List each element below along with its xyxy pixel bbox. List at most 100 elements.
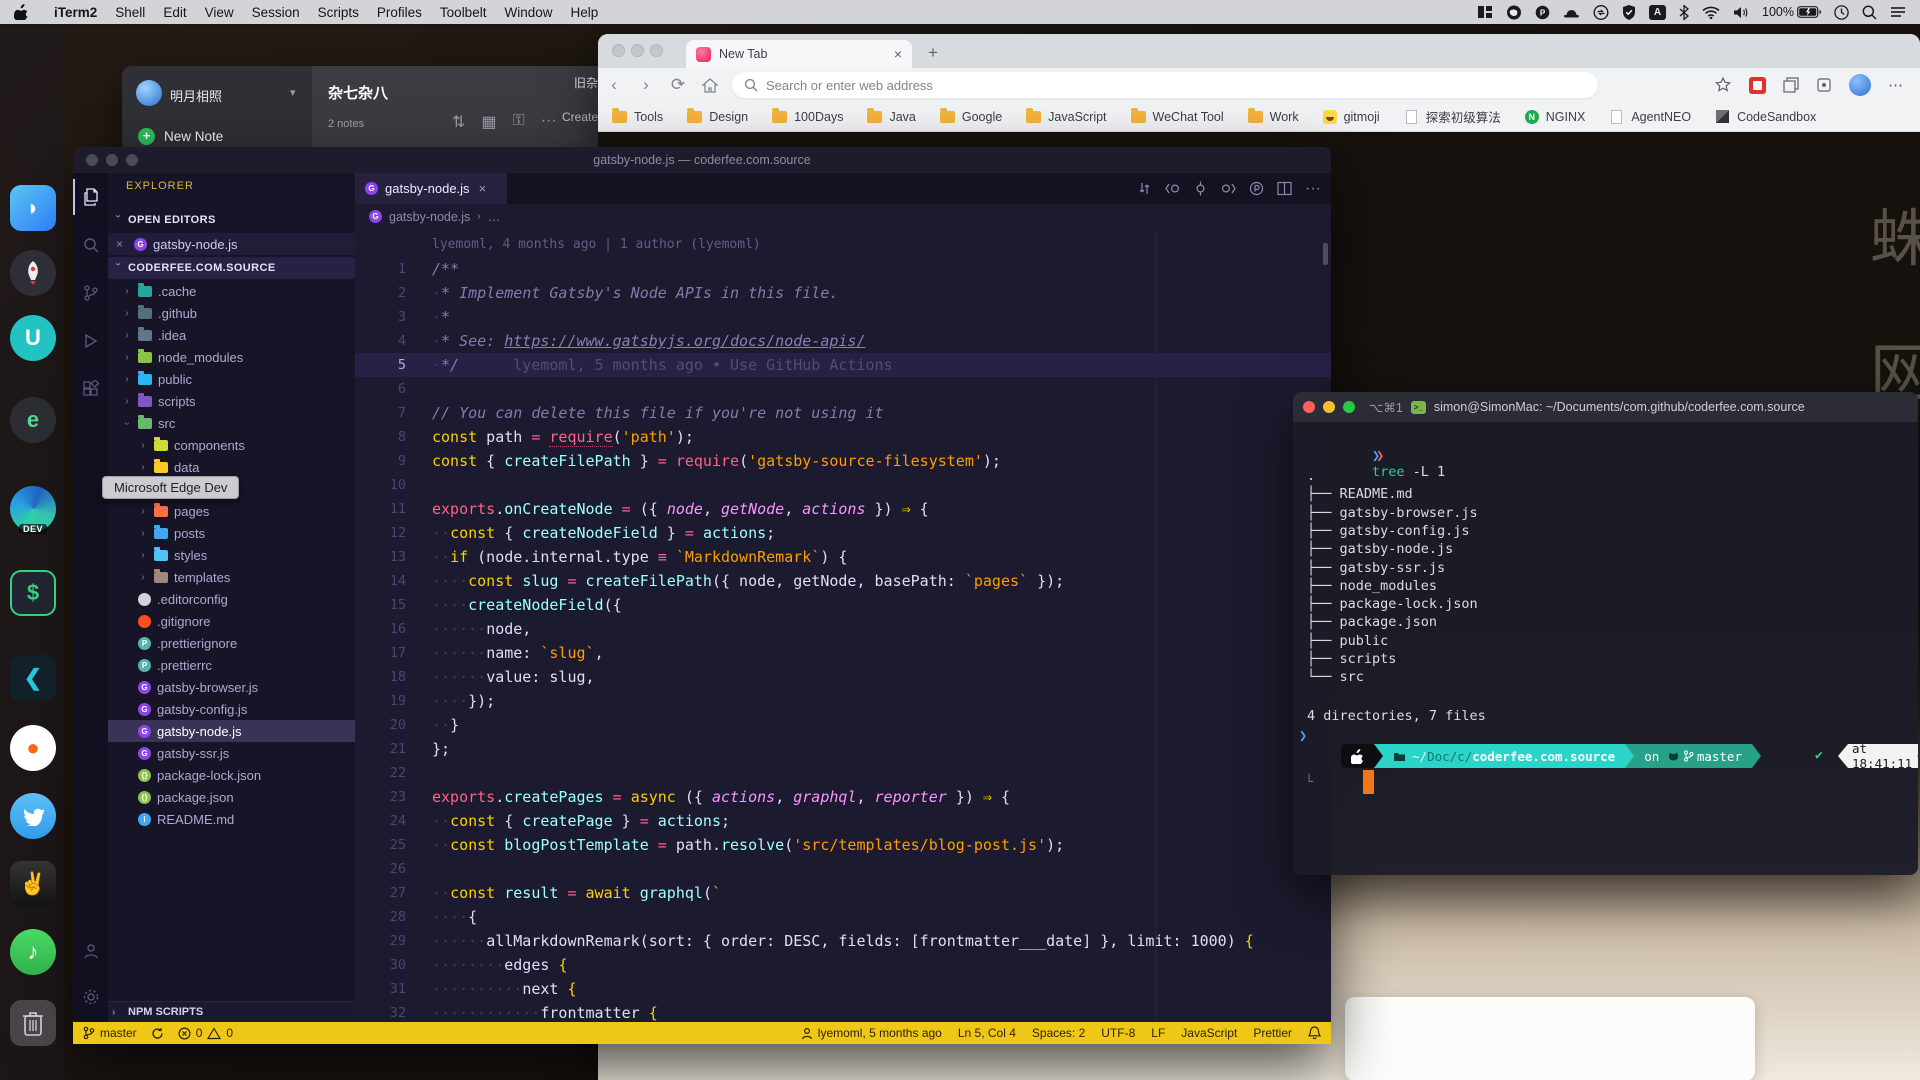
window-manager-icon[interactable]	[1477, 5, 1493, 19]
sync-status[interactable]	[151, 1027, 164, 1040]
collections-icon[interactable]	[1783, 77, 1799, 93]
menu-shell[interactable]: Shell	[106, 5, 154, 20]
menu-toolbelt[interactable]: Toolbelt	[431, 5, 496, 20]
status-item-lf[interactable]: LF	[1151, 1026, 1165, 1040]
open-editors-header[interactable]: › OPEN EDITORS	[108, 209, 355, 231]
home-icon[interactable]	[694, 75, 726, 95]
code-line-11[interactable]: 11exports.onCreateNode = ({ node, getNod…	[355, 497, 1331, 521]
menu-edit[interactable]: Edit	[154, 5, 195, 20]
evernote-icon[interactable]	[1506, 5, 1522, 20]
bookmark-4[interactable]: Java	[867, 110, 915, 124]
status-item-utf-8[interactable]: UTF-8	[1101, 1026, 1135, 1040]
editor-scrollbar[interactable]	[1323, 243, 1328, 265]
gitlens-back-icon[interactable]	[1165, 181, 1181, 196]
debug-icon[interactable]	[73, 323, 108, 359]
spotlight-icon[interactable]	[1862, 5, 1877, 20]
shield-icon[interactable]	[1622, 5, 1636, 20]
pushplus-icon[interactable]: P	[1535, 5, 1550, 20]
bookmark-12[interactable]: AgentNEO	[1609, 110, 1691, 124]
code-line-12[interactable]: 12··const { createNodeField } = actions;	[355, 521, 1331, 545]
npm-scripts-header[interactable]: › NPM SCRIPTS	[108, 1001, 355, 1022]
code-line-16[interactable]: 16······node,	[355, 617, 1331, 641]
zoom-window-button[interactable]	[1343, 401, 1355, 413]
code-line-6[interactable]: 6	[355, 377, 1331, 401]
iterm-app[interactable]: $	[10, 570, 56, 616]
tree-item-styles[interactable]: ›styles	[108, 544, 355, 566]
tab-close-icon[interactable]: ×	[479, 181, 487, 196]
menu-window[interactable]: Window	[495, 5, 561, 20]
grid-view-icon[interactable]: ▦	[481, 112, 496, 132]
tree-item-README.md[interactable]: iREADME.md	[108, 808, 355, 830]
menu-list-icon[interactable]	[1890, 6, 1906, 18]
problems-status[interactable]: 0 0	[178, 1026, 233, 1040]
vscode-titlebar[interactable]: gatsby-node.js — coderfee.com.source	[73, 147, 1331, 173]
bookmark-6[interactable]: JavaScript	[1026, 110, 1106, 124]
account-icon[interactable]	[73, 933, 108, 969]
status-item-bell[interactable]	[1308, 1026, 1321, 1040]
tree-item-posts[interactable]: ›posts	[108, 522, 355, 544]
code-line-32[interactable]: 32············frontmatter {	[355, 1001, 1331, 1022]
volume-icon[interactable]	[1733, 6, 1749, 19]
bookmark-7[interactable]: WeChat Tool	[1131, 110, 1224, 124]
bookmark-3[interactable]: 100Days	[772, 110, 843, 124]
bookmark-8[interactable]: Work	[1248, 110, 1299, 124]
code-line-17[interactable]: 17······name: `slug`,	[355, 641, 1331, 665]
wifi-icon[interactable]	[1702, 6, 1720, 19]
tree-item-.cache[interactable]: ›.cache	[108, 280, 355, 302]
explorer-icon[interactable]	[73, 179, 108, 215]
menu-view[interactable]: View	[196, 5, 243, 20]
gitlens-compare-icon[interactable]	[1137, 181, 1152, 196]
code-line-19[interactable]: 19····});	[355, 689, 1331, 713]
dictionary-extension-icon[interactable]	[1749, 77, 1766, 94]
browser-tabstrip[interactable]: New Tab × +	[598, 34, 1920, 68]
trash-icon[interactable]	[10, 1000, 56, 1046]
open-editor-item[interactable]: × G gatsby-node.js	[108, 233, 355, 255]
apple-menu-icon[interactable]	[14, 4, 29, 20]
tree-item-templates[interactable]: ›templates	[108, 566, 355, 588]
tree-item-.editorconfig[interactable]: .editorconfig	[108, 588, 355, 610]
tree-item-.github[interactable]: ›.github	[108, 302, 355, 324]
code-line-27[interactable]: 27··const result = await graphql(`	[355, 881, 1331, 905]
bookmark-13[interactable]: CodeSandbox	[1715, 110, 1816, 124]
tree-item-src[interactable]: ›src	[108, 412, 355, 434]
git-branch-status[interactable]: master	[83, 1026, 137, 1040]
code-line-18[interactable]: 18······value: slug,	[355, 665, 1331, 689]
bookmark-10[interactable]: 探索初级算法	[1404, 107, 1501, 126]
browser-tab-newtab[interactable]: New Tab ×	[686, 40, 912, 68]
code-line-4[interactable]: 4·* See: https://www.gatsbyjs.org/docs/n…	[355, 329, 1331, 353]
code-line-7[interactable]: 7// You can delete this file if you're n…	[355, 401, 1331, 425]
status-item-person[interactable]: lyemoml, 5 months ago	[801, 1026, 942, 1040]
terminal-body[interactable]: ❯❯ tree -L 1 .├── README.md├── gatsby-br…	[1293, 422, 1918, 875]
extensions-icon[interactable]	[1816, 77, 1832, 93]
utools-app[interactable]: U	[10, 315, 56, 361]
menu-app-name[interactable]: iTerm2	[45, 5, 106, 20]
code-line-23[interactable]: 23exports.createPages = async ({ actions…	[355, 785, 1331, 809]
lock-icon[interactable]: ⚿	[513, 112, 525, 132]
tree-item-package-lock.json[interactable]: {}package-lock.json	[108, 764, 355, 786]
tree-item-scripts[interactable]: ›scripts	[108, 390, 355, 412]
project-section-header[interactable]: › CODERFEE.COM.SOURCE	[108, 257, 355, 279]
notes-avatar[interactable]	[136, 80, 162, 106]
forward-icon[interactable]: ›	[630, 75, 662, 95]
tree-item-components[interactable]: ›components	[108, 434, 355, 456]
status-item-prettier[interactable]: Prettier	[1253, 1026, 1292, 1040]
code-line-13[interactable]: 13··if (node.internal.type ≡ `MarkdownRe…	[355, 545, 1331, 569]
time-machine-icon[interactable]	[1834, 5, 1849, 20]
code-line-8[interactable]: 8const path = require('path');	[355, 425, 1331, 449]
tree-item-pages[interactable]: ›pages	[108, 500, 355, 522]
code-line-20[interactable]: 20··}	[355, 713, 1331, 737]
code-line-15[interactable]: 15····createNodeField({	[355, 593, 1331, 617]
close-window-button[interactable]	[1303, 401, 1315, 413]
close-window-button[interactable]	[612, 44, 625, 57]
sync-menu-icon[interactable]	[1593, 5, 1609, 20]
tree-item-public[interactable]: ›public	[108, 368, 355, 390]
tree-item-gatsby-node.js[interactable]: Ggatsby-node.js	[108, 720, 355, 742]
new-tab-button[interactable]: +	[928, 43, 938, 63]
tree-item-gatsby-browser.js[interactable]: Ggatsby-browser.js	[108, 676, 355, 698]
tree-item-.prettierrc[interactable]: P.prettierrc	[108, 654, 355, 676]
code-line-29[interactable]: 29······allMarkdownRemark(sort: { order:…	[355, 929, 1331, 953]
minimize-window-button[interactable]	[631, 44, 644, 57]
more-icon[interactable]: ···	[541, 112, 557, 132]
minimize-window-button[interactable]	[1323, 401, 1335, 413]
close-window-button[interactable]	[86, 154, 98, 166]
